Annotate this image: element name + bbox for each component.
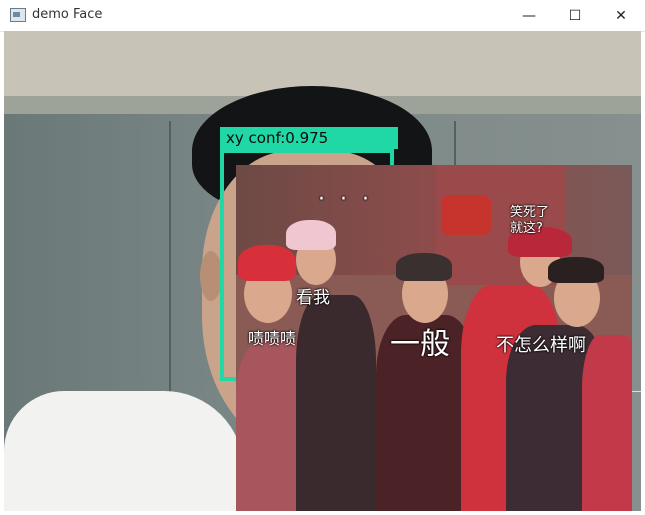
meme-overlay-image: · · · 笑死了 就这? 看我 啧啧啧 一般 不怎么样啊 <box>236 165 632 511</box>
meme-person-coat <box>296 295 376 511</box>
person-ear <box>200 251 222 301</box>
window-titlebar: demo Face — ☐ ✕ <box>0 0 645 32</box>
camera-frame: xy conf:0.975 · · · 笑死了 就这? 看我 啧啧啧 一般 不怎… <box>4 31 641 511</box>
maximize-button[interactable]: ☐ <box>552 0 598 31</box>
close-icon: ✕ <box>615 7 627 24</box>
maximize-icon: ☐ <box>568 7 582 24</box>
meme-person-hat <box>238 245 296 281</box>
wall-seam <box>169 121 171 421</box>
meme-caption-dots: · · · <box>318 187 373 212</box>
meme-person-hat <box>286 220 336 250</box>
meme-caption-tsk: 啧啧啧 <box>248 329 297 348</box>
meme-person-hair <box>396 253 452 281</box>
meme-person-hair <box>548 257 604 283</box>
meme-caption-average: 一般 <box>390 327 450 362</box>
window-title: demo Face <box>32 7 103 22</box>
close-button[interactable]: ✕ <box>598 0 644 31</box>
meme-red-decoration <box>441 195 491 235</box>
minimize-button[interactable]: — <box>506 0 552 31</box>
minimize-icon: — <box>522 7 536 24</box>
meme-caption-not-great: 不怎么样啊 <box>496 335 586 356</box>
person-shirt <box>4 391 244 511</box>
app-window-icon <box>10 8 26 22</box>
meme-person-coat <box>582 335 632 511</box>
meme-caption-laugh: 笑死了 就这? <box>510 205 550 236</box>
meme-caption-look: 看我 <box>296 288 330 308</box>
edge-line <box>632 391 641 392</box>
detection-label: xy conf:0.975 <box>220 127 398 149</box>
